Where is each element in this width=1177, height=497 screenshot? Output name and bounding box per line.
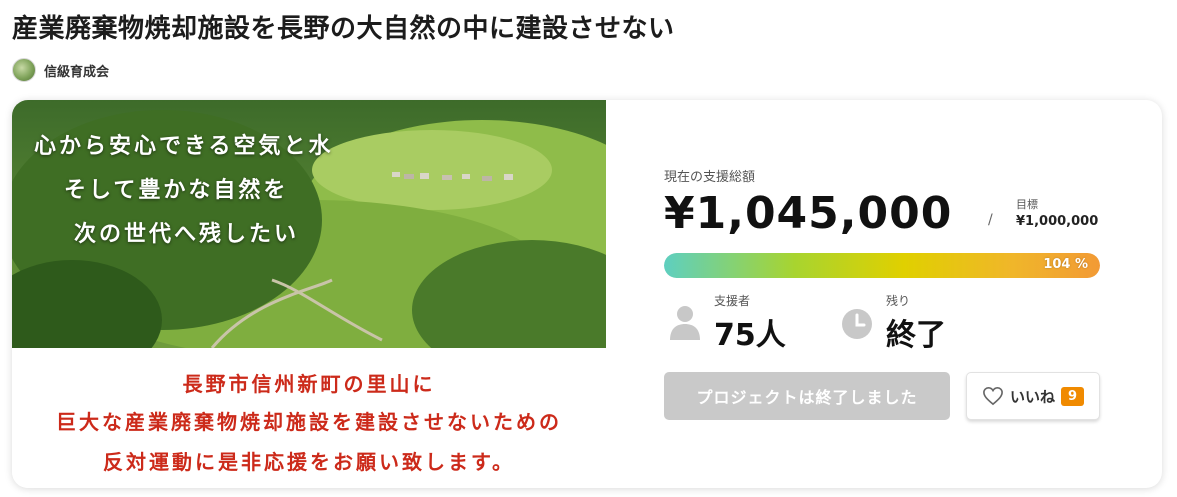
remaining-label: 残り [886, 294, 911, 308]
project-card: 心から安心できる空気と水 そして豊かな自然を 次の世代へ残したい 長野市信州新町… [12, 100, 1162, 488]
project-hero: 心から安心できる空気と水 そして豊かな自然を 次の世代へ残したい 長野市信州新町… [12, 100, 606, 488]
person-icon [670, 306, 700, 340]
hero-photo-line: 心から安心できる空気と水 [34, 134, 334, 159]
like-button[interactable]: いいね 9 [966, 372, 1100, 420]
progress-bar-fill [664, 253, 1100, 278]
hero-photo: 心から安心できる空気と水 そして豊かな自然を 次の世代へ残したい [12, 100, 606, 348]
like-label: いいね [1009, 387, 1055, 406]
hero-message-line: 反対運動に是非応援をお願い致します。 [103, 450, 515, 474]
project-owner[interactable]: 信級育成会 [12, 58, 109, 82]
supporters-label: 支援者 [714, 294, 751, 308]
funding-panel: 現在の支援総額 ¥1,045,000 / 目標 ¥1,000,000 104 %… [664, 100, 1114, 488]
goal-label: 目標 [1016, 198, 1038, 211]
hero-message-line: 長野市信州新町の里山に [182, 372, 436, 396]
goal-value: ¥1,000,000 [1016, 214, 1099, 229]
funding-amount: ¥1,045,000 [664, 188, 953, 239]
owner-avatar[interactable] [12, 58, 36, 82]
progress-percent: 104 % [1043, 257, 1088, 272]
owner-name[interactable]: 信級育成会 [44, 61, 109, 80]
goal-separator: / [988, 212, 993, 228]
page-title: 産業廃棄物焼却施設を長野の大自然の中に建設させない [12, 14, 675, 44]
funding-amount-label: 現在の支援総額 [664, 170, 756, 185]
hero-message: 長野市信州新町の里山に 巨大な産業廃棄物焼却施設を建設させないための 反対運動に… [12, 348, 606, 488]
hero-photo-line: 次の世代へ残したい [74, 222, 300, 247]
remaining-value: 終了 [886, 318, 946, 353]
like-count-badge: 9 [1060, 386, 1085, 406]
hero-photo-line: そして豊かな自然を [64, 178, 289, 203]
project-ended-button[interactable]: プロジェクトは終了しました [664, 372, 950, 420]
hero-message-line: 巨大な産業廃棄物焼却施設を建設させないための [56, 410, 562, 434]
supporters-count: 75人 [714, 318, 786, 353]
heart-icon [983, 386, 1003, 406]
progress-bar: 104 % [664, 253, 1100, 278]
clock-icon [842, 309, 872, 339]
